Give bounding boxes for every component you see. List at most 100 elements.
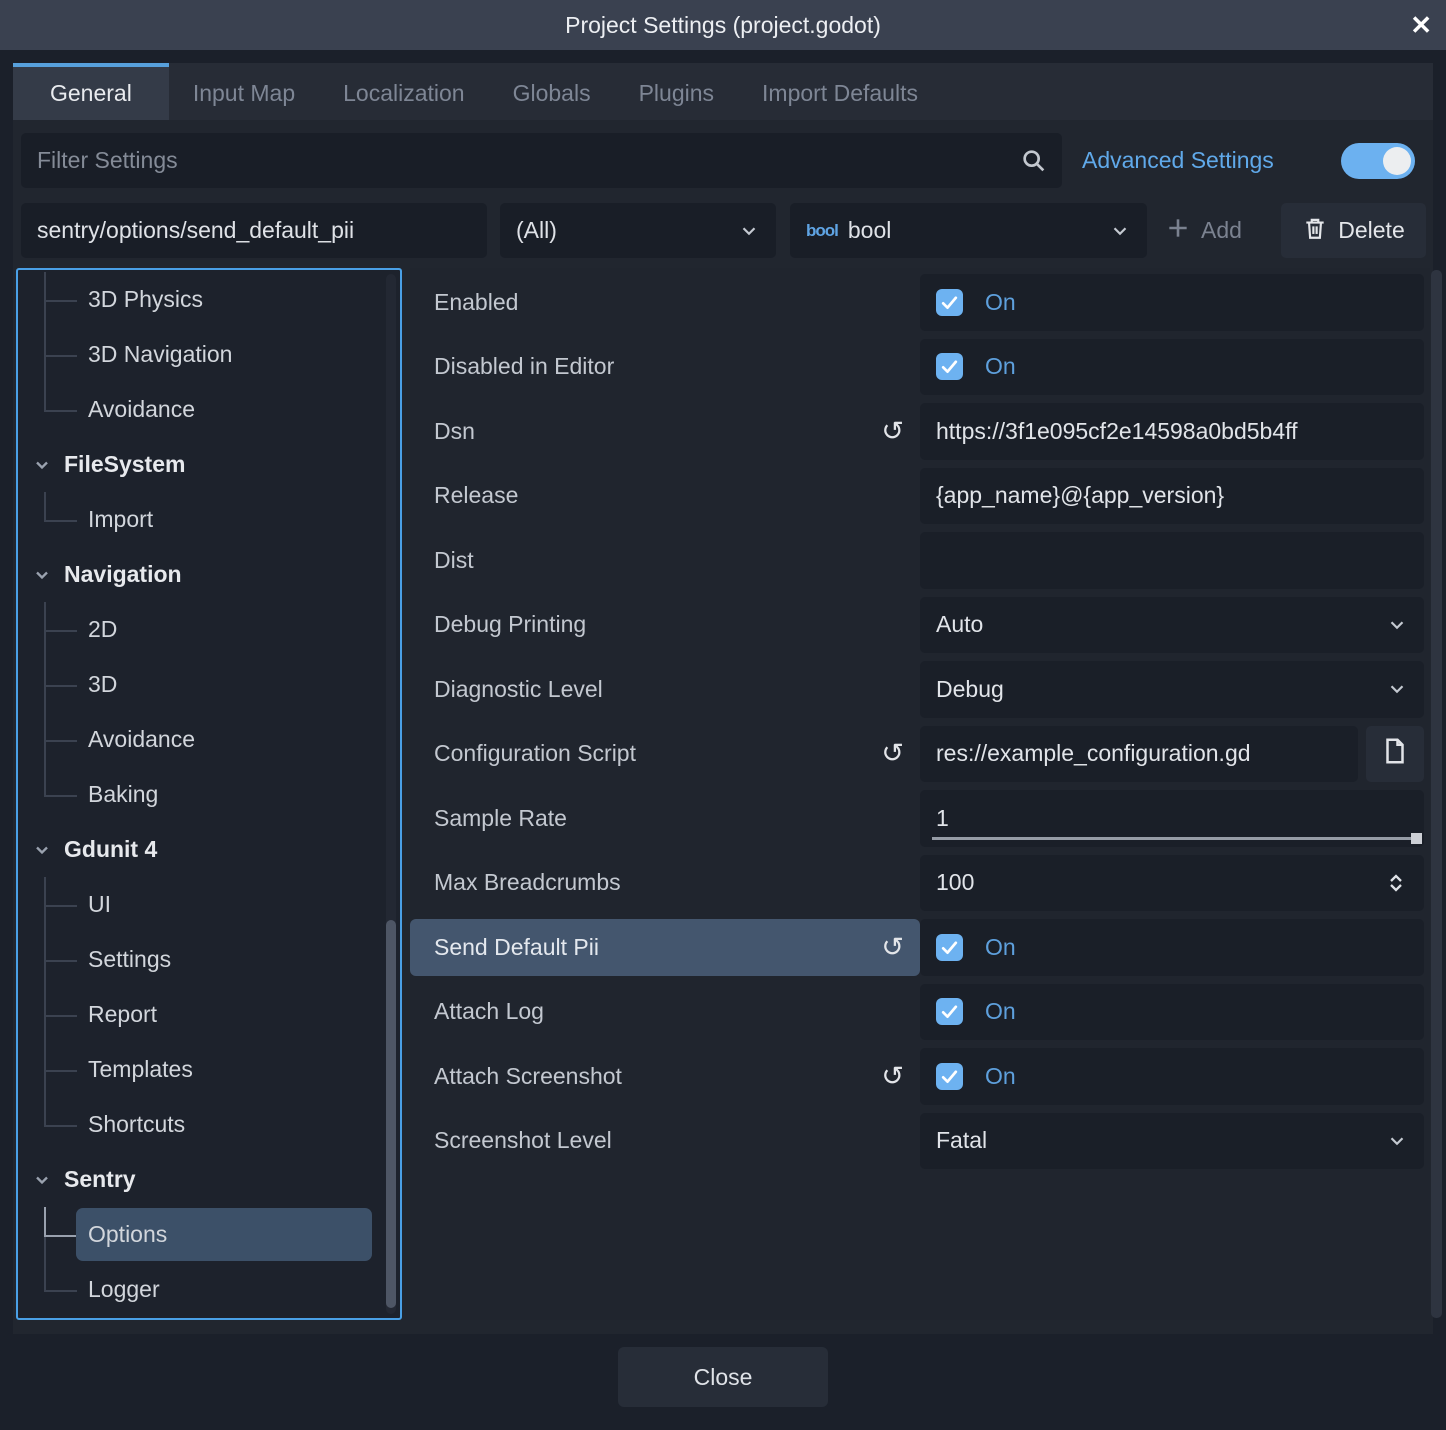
resource-path-field[interactable]: res://example_configuration.gd	[920, 726, 1358, 783]
filter-settings-input[interactable]	[21, 133, 1062, 188]
revert-icon[interactable]: ↺	[881, 740, 904, 767]
slider-grabber[interactable]	[1411, 833, 1422, 844]
property-name-field[interactable]	[21, 203, 487, 258]
checkbox-checked[interactable]	[936, 998, 963, 1025]
tab-globals[interactable]: Globals	[489, 63, 615, 120]
tree-item-templates[interactable]: Templates	[18, 1042, 400, 1097]
tree-item-label: Options	[88, 1221, 167, 1248]
tree-item-avoidance[interactable]: Avoidance	[18, 382, 400, 437]
tree-item-sentry[interactable]: Sentry	[18, 1152, 400, 1207]
file-button[interactable]	[1366, 726, 1424, 783]
close-button[interactable]: Close	[618, 1347, 828, 1407]
dropdown-debug-printing[interactable]: Auto	[920, 597, 1424, 654]
tree-item-gdunit-4[interactable]: Gdunit 4	[18, 822, 400, 877]
setting-row-enabled: EnabledOn	[410, 270, 1430, 335]
tree-item-report[interactable]: Report	[18, 987, 400, 1042]
revert-icon[interactable]: ↺	[881, 934, 904, 961]
checkbox-state-label: On	[985, 353, 1016, 380]
setting-label-area: Max Breadcrumbs	[410, 855, 920, 912]
updown-arrows-icon[interactable]	[1384, 871, 1408, 895]
dropdown-diagnostic-level[interactable]: Debug	[920, 661, 1424, 718]
revert-icon[interactable]: ↺	[881, 418, 904, 445]
checkbox-cell[interactable]: On	[920, 274, 1424, 331]
tree-item-options[interactable]: Options	[18, 1207, 400, 1262]
tree-item-label: Gdunit 4	[64, 836, 157, 863]
tree-item-label: Navigation	[64, 561, 182, 588]
category-dropdown[interactable]: (All)	[500, 203, 776, 258]
text-field-release[interactable]: {app_name}@{app_version}	[920, 468, 1424, 525]
tree-item-label: Report	[88, 1001, 157, 1028]
text-field-dsn[interactable]: https://3f1e095cf2e14598a0bd5b4ff	[920, 403, 1424, 460]
tree-item-settings[interactable]: Settings	[18, 932, 400, 987]
setting-label: Screenshot Level	[434, 1127, 612, 1154]
checkbox-checked[interactable]	[936, 289, 963, 316]
type-dropdown[interactable]: bool bool	[790, 203, 1147, 258]
tree-item-import[interactable]: Import	[18, 492, 400, 547]
tree-item-navigation[interactable]: Navigation	[18, 547, 400, 602]
close-icon[interactable]: ✕	[1410, 12, 1432, 38]
setting-label-area: Enabled	[410, 274, 920, 331]
add-button[interactable]: Add	[1153, 203, 1254, 258]
chevron-down-icon	[1386, 1130, 1408, 1152]
setting-label-highlighted: Send Default Pii ↺	[410, 919, 920, 976]
checkbox-checked[interactable]	[936, 1063, 963, 1090]
delete-button[interactable]: Delete	[1281, 203, 1426, 258]
checkbox-cell[interactable]: On	[920, 339, 1424, 396]
tree-item-logger[interactable]: Logger	[18, 1262, 400, 1317]
setting-row-sample-rate: Sample Rate1	[410, 786, 1430, 851]
chevron-down-icon	[1109, 220, 1131, 242]
advanced-settings-label: Advanced Settings	[1082, 133, 1274, 188]
checkbox-state-label: On	[985, 1063, 1016, 1090]
trash-icon	[1302, 215, 1328, 247]
chevron-down-icon	[32, 840, 52, 860]
chevron-down-icon	[32, 1170, 52, 1190]
checkbox-cell[interactable]: On	[920, 1048, 1424, 1105]
tree-item-2d[interactable]: 2D	[18, 602, 400, 657]
setting-label: Release	[434, 482, 518, 509]
tab-input-map[interactable]: Input Map	[169, 63, 319, 120]
text-field-value: https://3f1e095cf2e14598a0bd5b4ff	[936, 418, 1298, 445]
setting-label: Send Default Pii	[434, 934, 599, 961]
filter-settings-field[interactable]	[21, 133, 1062, 188]
spinbox-value: 100	[936, 869, 974, 896]
spinbox-max-breadcrumbs[interactable]: 100	[920, 855, 1424, 912]
text-field-dist[interactable]	[920, 532, 1424, 589]
checkbox-checked[interactable]	[936, 934, 963, 961]
inspector-scrollbar-track[interactable]	[1431, 270, 1442, 1318]
tree-item-3d-navigation[interactable]: 3D Navigation	[18, 327, 400, 382]
tree-item-avoidance[interactable]: Avoidance	[18, 712, 400, 767]
tree-item-label: 3D Navigation	[88, 341, 232, 368]
inspector: EnabledOnDisabled in EditorOnDsn↺https:/…	[410, 268, 1430, 1320]
checkbox-checked[interactable]	[936, 353, 963, 380]
advanced-settings-toggle[interactable]	[1341, 143, 1415, 179]
dropdown-value: Auto	[936, 611, 983, 638]
tree-item-label: Avoidance	[88, 726, 195, 753]
slider-track[interactable]	[932, 837, 1422, 840]
tree-item-shortcuts[interactable]: Shortcuts	[18, 1097, 400, 1152]
tree-item-label: Avoidance	[88, 396, 195, 423]
tab-localization[interactable]: Localization	[319, 63, 488, 120]
tree-item-3d[interactable]: 3D	[18, 657, 400, 712]
setting-label-area: Sample Rate	[410, 790, 920, 847]
tab-general[interactable]: General	[13, 63, 169, 120]
tree-item-3d-physics[interactable]: 3D Physics	[18, 272, 400, 327]
checkbox-cell[interactable]: On	[920, 984, 1424, 1041]
chevron-down-icon	[738, 220, 760, 242]
dropdown-screenshot-level[interactable]: Fatal	[920, 1113, 1424, 1170]
tree-item-label: 3D Physics	[88, 286, 203, 313]
tree-item-label: Sentry	[64, 1166, 136, 1193]
revert-icon[interactable]: ↺	[881, 1063, 904, 1090]
tab-import-defaults[interactable]: Import Defaults	[738, 63, 942, 120]
tab-plugins[interactable]: Plugins	[615, 63, 738, 120]
slider-field-sample-rate[interactable]: 1	[920, 790, 1424, 847]
bool-type-icon: bool	[806, 221, 838, 241]
setting-label: Dist	[434, 547, 474, 574]
tree-item-label: 2D	[88, 616, 117, 643]
tree-item-ui[interactable]: UI	[18, 877, 400, 932]
checkbox-cell[interactable]: On	[920, 919, 1424, 976]
title-bar: Project Settings (project.godot) ✕	[0, 0, 1446, 50]
tree-item-filesystem[interactable]: FileSystem	[18, 437, 400, 492]
property-name-input[interactable]	[21, 203, 487, 258]
setting-row-send-default-pii: Send Default Pii ↺ On	[410, 915, 1430, 980]
tree-item-baking[interactable]: Baking	[18, 767, 400, 822]
